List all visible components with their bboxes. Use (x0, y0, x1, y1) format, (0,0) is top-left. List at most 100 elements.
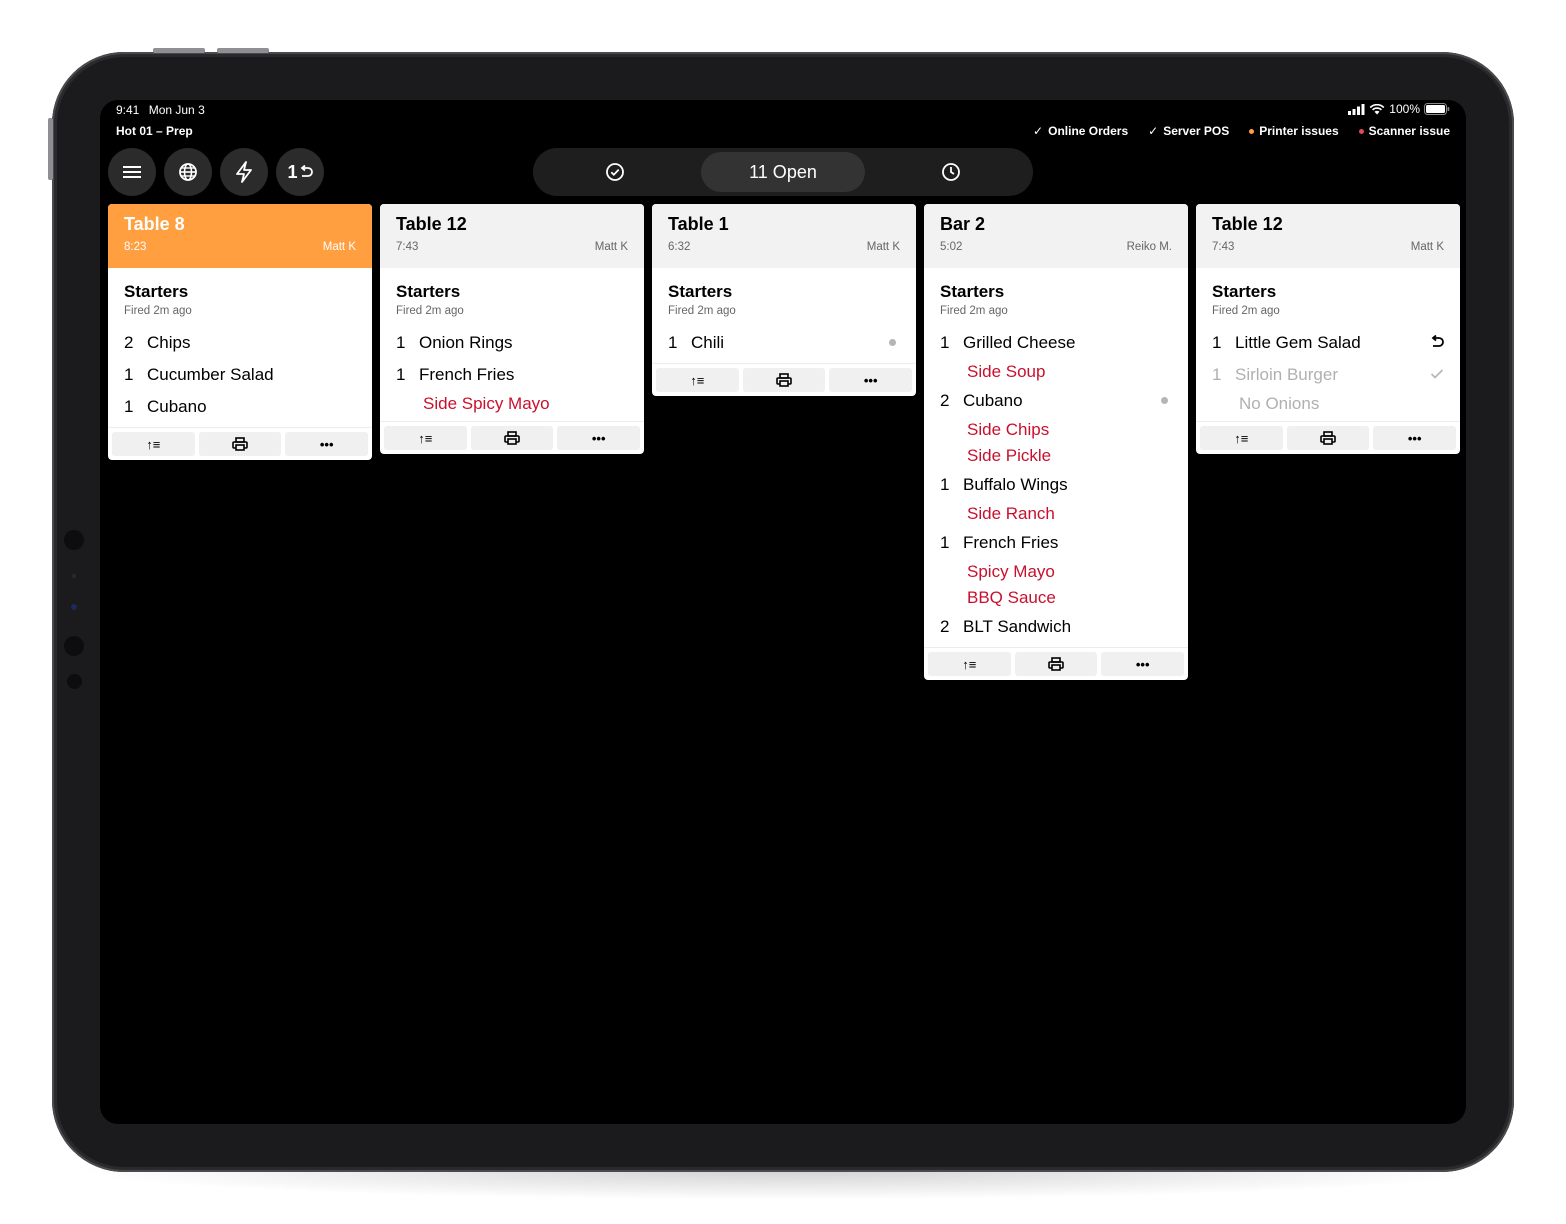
item-quantity: 2 (940, 617, 950, 636)
clock-icon (942, 163, 960, 181)
completed-filter-tab[interactable] (533, 152, 697, 192)
item-name: Grilled Cheese (963, 333, 1076, 352)
course-header: Starters Fired 2m ago (652, 268, 916, 317)
integration-label: Online Orders (1048, 124, 1129, 138)
status-time: 9:41 (116, 103, 140, 117)
ticket-line-item[interactable]: 1 Cubano (124, 391, 356, 423)
ticket-actions: ↑≡ ••• (380, 421, 644, 454)
ticket-timer: 8:23 (124, 241, 147, 253)
ticket-line-item[interactable]: 1 French Fries Spicy Mayo BBQ Sauce (940, 527, 1172, 611)
integration-scanner[interactable]: Scanner issue (1358, 124, 1450, 138)
ticket-server: Matt K (1410, 241, 1444, 253)
ticket-timer: 6:32 (668, 241, 691, 253)
ticket-line-item[interactable]: 2 BLT Sandwich (940, 611, 1172, 643)
print-ticket-button[interactable] (1286, 426, 1370, 450)
integration-server-pos[interactable]: ✓ Server POS (1148, 124, 1229, 138)
bump-ticket-button[interactable]: ↑≡ (928, 652, 1011, 676)
wifi-icon (1369, 103, 1385, 114)
integration-online-orders[interactable]: ✓ Online Orders (1033, 124, 1128, 138)
course-fired-time: Fired 2m ago (396, 305, 464, 317)
bump-list-icon: ↑≡ (418, 430, 433, 446)
lightning-icon (236, 161, 252, 183)
course-title: Starters (1212, 282, 1277, 301)
printer-icon (504, 431, 520, 445)
bump-list-icon: ↑≡ (1234, 430, 1249, 446)
ticket-line-item[interactable]: 1 Sirloin Burger No Onions (1212, 359, 1444, 417)
order-ticket[interactable]: Table 12 7:43 Matt K Starters Fired 2m a… (380, 204, 644, 454)
ticket-header[interactable]: Bar 2 5:02 Reiko M. (924, 204, 1188, 268)
ticket-line-item[interactable]: 1 French Fries Side Spicy Mayo (396, 359, 628, 417)
more-options-button[interactable]: ••• (829, 368, 913, 392)
ticket-line-item[interactable]: 1 Little Gem Salad (1212, 327, 1444, 359)
more-icon: ••• (1407, 430, 1422, 446)
ticket-items: 2 Chips 1 Cucumber Salad 1 Cubano (108, 317, 372, 427)
history-filter-tab[interactable] (869, 152, 1033, 192)
online-button[interactable] (164, 148, 212, 196)
print-ticket-button[interactable] (198, 432, 282, 456)
item-quantity: 1 (124, 365, 134, 384)
item-modifier: Side Ranch (967, 504, 1055, 523)
check-icon-indicator[interactable] (1430, 367, 1444, 384)
more-options-button[interactable]: ••• (557, 426, 641, 450)
ticket-name: Bar 2 (940, 214, 986, 234)
check-icon (1430, 369, 1444, 379)
print-ticket-button[interactable] (470, 426, 554, 450)
hamburger-menu-icon (123, 166, 141, 178)
item-modifier: Side Spicy Mayo (423, 394, 550, 413)
integration-label: Server POS (1163, 124, 1230, 138)
ticket-line-item[interactable]: 1 Cucumber Salad (124, 359, 356, 391)
undo-icon-indicator[interactable] (1430, 334, 1444, 353)
ticket-header[interactable]: Table 12 7:43 Matt K (1196, 204, 1460, 268)
sensor (67, 674, 82, 689)
course-fired-time: Fired 2m ago (124, 305, 192, 317)
ticket-line-item[interactable]: 1 Onion Rings (396, 327, 628, 359)
integration-printer[interactable]: Printer issues (1249, 124, 1339, 138)
open-filter-tab[interactable]: 11 Open (701, 152, 865, 192)
more-options-button[interactable]: ••• (285, 432, 369, 456)
ticket-header[interactable]: Table 1 6:32 Matt K (652, 204, 916, 268)
bump-ticket-button[interactable]: ↑≡ (112, 432, 195, 456)
item-quantity: 2 (940, 391, 950, 410)
ticket-actions: ↑≡ ••• (652, 363, 916, 396)
ticket-line-item[interactable]: 1 Chili (668, 327, 900, 359)
print-ticket-button[interactable] (742, 368, 826, 392)
integration-label: Scanner issue (1368, 124, 1450, 138)
more-icon: ••• (863, 372, 878, 388)
menu-button[interactable] (108, 148, 156, 196)
quick-action-button[interactable] (220, 148, 268, 196)
ticket-header[interactable]: Table 12 7:43 Matt K (380, 204, 644, 268)
order-ticket[interactable]: Table 12 7:43 Matt K Starters Fired 2m a… (1196, 204, 1460, 454)
battery-icon (1424, 103, 1450, 115)
more-options-button[interactable]: ••• (1101, 652, 1185, 676)
status-date: Mon Jun 3 (148, 103, 205, 117)
ticket-line-item[interactable]: 1 Buffalo Wings Side Ranch (940, 469, 1172, 527)
order-ticket[interactable]: Table 8 8:23 Matt K Starters Fired 2m ag… (108, 204, 372, 460)
bump-list-icon: ↑≡ (690, 372, 705, 388)
status-time-date: 9:41 Mon Jun 3 (116, 103, 211, 117)
ticket-line-item[interactable]: 1 Grilled Cheese Side Soup (940, 327, 1172, 385)
globe-icon (179, 163, 197, 181)
bump-ticket-button[interactable]: ↑≡ (1200, 426, 1283, 450)
recall-button[interactable]: 1 (276, 148, 324, 196)
print-ticket-button[interactable] (1014, 652, 1098, 676)
bump-ticket-button[interactable]: ↑≡ (656, 368, 739, 392)
ticket-line-item[interactable]: 2 Cubano Side Chips Side Pickle (940, 385, 1172, 469)
more-options-button[interactable]: ••• (1373, 426, 1457, 450)
ticket-name: Table 12 (396, 214, 467, 234)
bump-ticket-button[interactable]: ↑≡ (384, 426, 467, 450)
ticket-line-item[interactable]: 2 Chips (124, 327, 356, 359)
ticket-server: Matt K (594, 241, 628, 253)
bump-list-icon: ↑≡ (146, 436, 161, 452)
order-ticket[interactable]: Bar 2 5:02 Reiko M. Starters Fired 2m ag… (924, 204, 1188, 680)
signal-icon (1348, 103, 1365, 115)
ticket-timer: 5:02 (940, 241, 963, 253)
order-ticket[interactable]: Table 1 6:32 Matt K Starters Fired 2m ag… (652, 204, 916, 396)
integration-status-list: ✓ Online Orders ✓ Server POS Printer iss… (1033, 124, 1450, 138)
item-quantity: 1 (124, 397, 134, 416)
status-indicators: 100% (1348, 102, 1450, 116)
item-modifier: Spicy Mayo (967, 562, 1055, 581)
error-dot-icon (1358, 128, 1364, 134)
undo-icon (1431, 334, 1444, 347)
item-quantity: 1 (396, 333, 406, 352)
ticket-header[interactable]: Table 8 8:23 Matt K (108, 204, 372, 268)
